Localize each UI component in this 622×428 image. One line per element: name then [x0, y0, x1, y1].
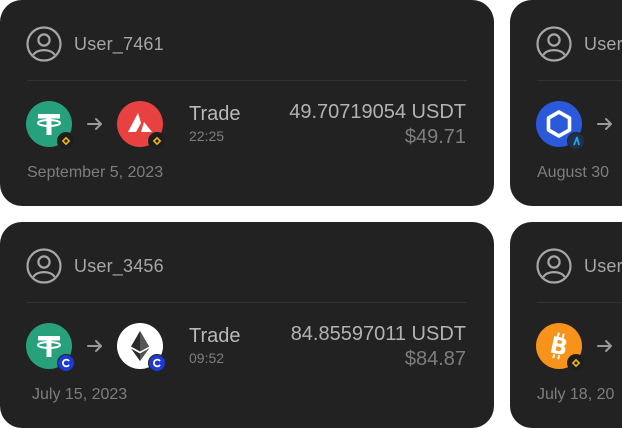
transaction-date: September 5, 2023: [27, 164, 164, 181]
activity-card[interactable]: User August 30: [510, 0, 622, 206]
binance-icon: [148, 132, 166, 150]
chainlink-icon: [536, 101, 585, 150]
ethereum-icon: [117, 323, 166, 372]
arrow-right-icon: [597, 340, 612, 352]
transaction-time: 22:25: [189, 128, 225, 144]
transaction-type: Trade: [189, 103, 241, 125]
tether-icon: [26, 101, 75, 150]
username[interactable]: User_7461: [74, 34, 164, 55]
transaction-date: July 18, 20: [537, 386, 615, 403]
user-avatar-icon: [536, 26, 572, 62]
card-header: User_7461: [26, 26, 164, 62]
transaction-type: Trade: [189, 325, 241, 347]
fiat-value: $49.71: [404, 126, 466, 148]
arrow-right-icon: [87, 118, 102, 130]
fiat-value: $84.87: [404, 348, 466, 370]
transaction-time: 09:52: [189, 350, 225, 366]
divider: [27, 302, 467, 303]
card-header: User: [536, 26, 622, 62]
divider: [27, 80, 467, 81]
divider: [537, 80, 622, 81]
token-amount: 49.70719054 USDT: [289, 101, 466, 123]
username[interactable]: User: [584, 34, 622, 55]
user-avatar-icon: [26, 26, 62, 62]
binance-icon: [57, 132, 75, 150]
card-header: User_3456: [26, 248, 164, 284]
arbitrum-icon: [567, 132, 585, 150]
username[interactable]: User: [584, 256, 622, 277]
bitcoin-icon: B: [536, 323, 585, 372]
activity-card[interactable]: User_7461 Trade 22:25 49.70719054 USDT $…: [0, 0, 494, 206]
avalanche-icon: [117, 101, 166, 150]
cronos-icon: [57, 354, 75, 372]
card-header: User: [536, 248, 622, 284]
transaction-date: August 30: [537, 164, 610, 181]
user-avatar-icon: [26, 248, 62, 284]
tether-icon: [26, 323, 75, 372]
activity-card[interactable]: User B July 18, 20: [510, 222, 622, 428]
username[interactable]: User_3456: [74, 256, 164, 277]
activity-card[interactable]: User_3456 Trade 09:52 84.85597011 USDT $…: [0, 222, 494, 428]
divider: [537, 302, 622, 303]
user-avatar-icon: [536, 248, 572, 284]
arrow-right-icon: [597, 118, 612, 130]
transaction-date: July 15, 2023: [32, 386, 128, 403]
token-amount: 84.85597011 USDT: [290, 323, 466, 345]
cronos-icon: [148, 354, 166, 372]
arrow-right-icon: [87, 340, 102, 352]
binance-icon: [567, 354, 585, 372]
